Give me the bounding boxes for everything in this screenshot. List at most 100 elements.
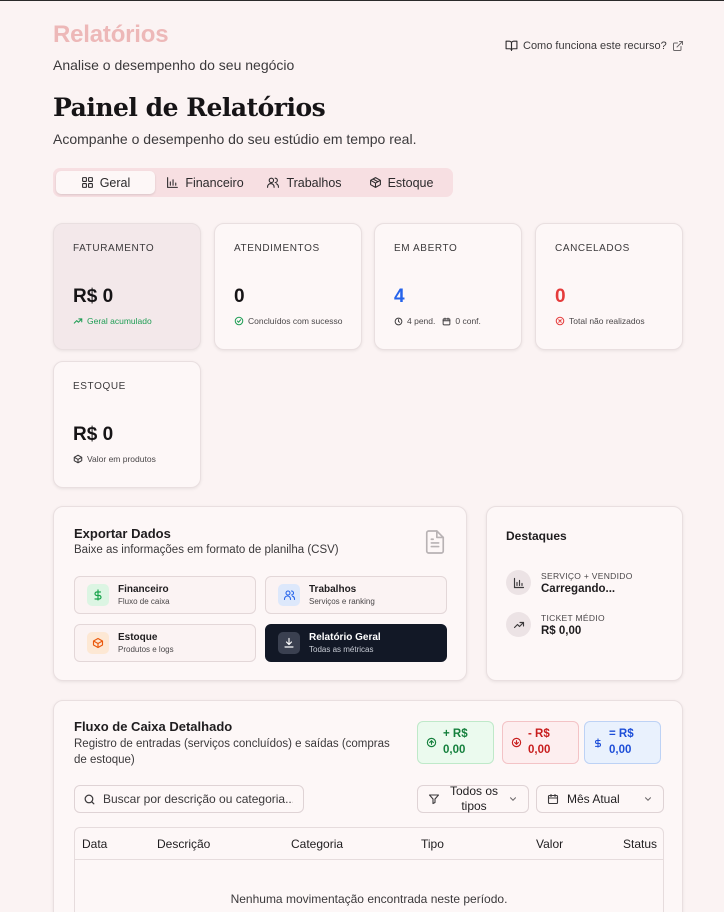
page-subtitle: Analise o desempenho do seu negócio [53,57,295,73]
tab-estoque[interactable]: Estoque [353,171,449,194]
bar-chart-icon [167,177,179,188]
check-circle-icon [234,316,244,326]
package-icon [87,632,109,654]
search-icon [84,794,95,804]
panel-subtitle: Acompanhe o desempenho do seu estúdio em… [53,131,417,147]
stat-note: Total não realizados [555,316,663,326]
stat-card-appointments: ATENDIMENTOS 0 Concluídos com sucesso [214,223,362,350]
export-button-sub: Todas as métricas [309,645,374,654]
highlights-title: Destaques [506,529,567,543]
stat-note: Concluídos com sucesso [234,316,343,326]
dollar-icon [87,584,109,606]
file-text-icon [425,530,445,554]
highlight-top-service: SERVIÇO + VENDIDO Carregando... [506,570,633,595]
empty-state-message: Nenhuma movimentação encontrada neste pe… [230,892,508,906]
period-filter-select[interactable]: Mês Atual [536,785,664,813]
stat-card-stock: ESTOQUE R$ 0 Valor em produtos [53,361,201,488]
trending-up-icon [506,612,531,637]
stat-card-cancelled: CANCELADOS 0 Total não realizados [535,223,683,350]
export-button-title: Estoque [118,632,158,643]
chevron-down-icon [509,797,517,801]
stat-value: R$ 0 [73,424,114,445]
export-general-report-button[interactable]: Relatório Geral Todas as métricas [265,624,447,662]
users-icon [278,584,300,606]
column-header: Status [623,837,658,851]
book-open-icon [505,40,518,51]
grid-icon [81,177,93,188]
help-link-label: Como funciona este recurso? [523,39,667,52]
income-summary: + R$ 0,00 [417,721,494,764]
export-financial-button[interactable]: Financeiro Fluxo de caixa [74,576,256,614]
stat-note: Geral acumulado [73,316,181,326]
x-circle-icon [555,316,565,326]
column-header: Tipo [421,837,444,851]
stat-label: FATURAMENTO [73,243,155,254]
balance-summary: = R$ 0,00 [584,721,661,764]
package-icon [73,454,83,464]
chevron-down-icon [644,797,652,801]
stat-label: ESTOQUE [73,381,126,392]
highlight-value: R$ 0,00 [541,624,582,637]
download-icon [278,632,300,654]
cashflow-card: Fluxo de Caixa Detalhado Registro de ent… [53,700,683,912]
calendar-check-icon [443,317,451,325]
stat-label: CANCELADOS [555,243,630,254]
stat-note: Valor em produtos [73,454,181,464]
cashflow-subtitle: Registro de entradas (serviços concluído… [74,738,390,766]
export-stock-button[interactable]: Estoque Produtos e logs [74,624,256,662]
table-header: Data Descrição Categoria Tipo Valor Stat… [75,828,663,860]
trending-up-icon [73,318,83,324]
tab-label: Financeiro [185,175,244,190]
export-button-sub: Produtos e logs [118,645,174,654]
tab-label: Trabalhos [286,175,342,190]
stat-value: 4 [394,286,405,307]
expense-summary: - R$ 0,00 [502,721,579,764]
tab-label: Geral [99,175,131,190]
stat-note: 4 pend. 0 conf. [394,316,502,326]
clock-icon [394,317,403,325]
column-header: Valor [536,837,564,851]
search-box [74,785,304,813]
column-header: Categoria [291,837,344,851]
export-button-sub: Serviços e ranking [309,597,375,606]
stat-label: ATENDIMENTOS [234,243,320,254]
highlight-avg-ticket: TICKET MÉDIO R$ 0,00 [506,612,605,637]
export-button-title: Relatório Geral [309,632,381,643]
package-icon [369,177,381,188]
search-input[interactable] [103,792,293,806]
highlights-card: Destaques SERVIÇO + VENDIDO Carregando..… [486,506,683,681]
export-card: Exportar Dados Baixe as informações em f… [53,506,467,681]
export-button-sub: Fluxo de caixa [118,597,170,606]
help-link[interactable]: Como funciona este recurso? [505,39,684,52]
stat-value: 0 [555,286,566,307]
calendar-icon [547,793,559,805]
tab-label: Estoque [387,175,434,190]
export-button-title: Trabalhos [309,584,357,595]
external-link-icon [672,40,683,51]
type-filter-select[interactable]: Todos os tipos [417,784,529,813]
arrow-up-circle-icon [426,737,437,748]
column-header: Data [82,837,108,851]
stat-label: EM ABERTO [394,243,458,254]
dollar-icon [594,737,601,748]
tab-geral[interactable]: Geral [56,171,155,194]
report-tabs: Geral Financeiro Trabalhos Estoque [53,168,453,197]
arrow-down-circle-icon [511,737,522,748]
highlight-value: Carregando... [541,582,616,595]
stat-value: 0 [234,286,245,307]
export-subtitle: Baixe as informações em formato de plani… [74,544,339,556]
tab-financeiro[interactable]: Financeiro [155,171,255,194]
page-title: Relatórios [53,21,169,48]
export-jobs-button[interactable]: Trabalhos Serviços e ranking [265,576,447,614]
stat-card-revenue: FATURAMENTO R$ 0 Geral acumulado [53,223,201,350]
panel-title: Painel de Relatórios [53,93,326,122]
cashflow-table: Data Descrição Categoria Tipo Valor Stat… [74,827,664,912]
filter-icon [428,794,440,805]
bar-chart-icon [506,570,531,595]
tab-trabalhos[interactable]: Trabalhos [255,171,353,194]
stat-card-open: EM ABERTO 4 4 pend. 0 conf. [374,223,522,350]
export-title: Exportar Dados [74,526,171,541]
highlight-label: SERVIÇO + VENDIDO [541,570,633,581]
highlight-label: TICKET MÉDIO [541,612,605,623]
users-icon [267,177,280,188]
